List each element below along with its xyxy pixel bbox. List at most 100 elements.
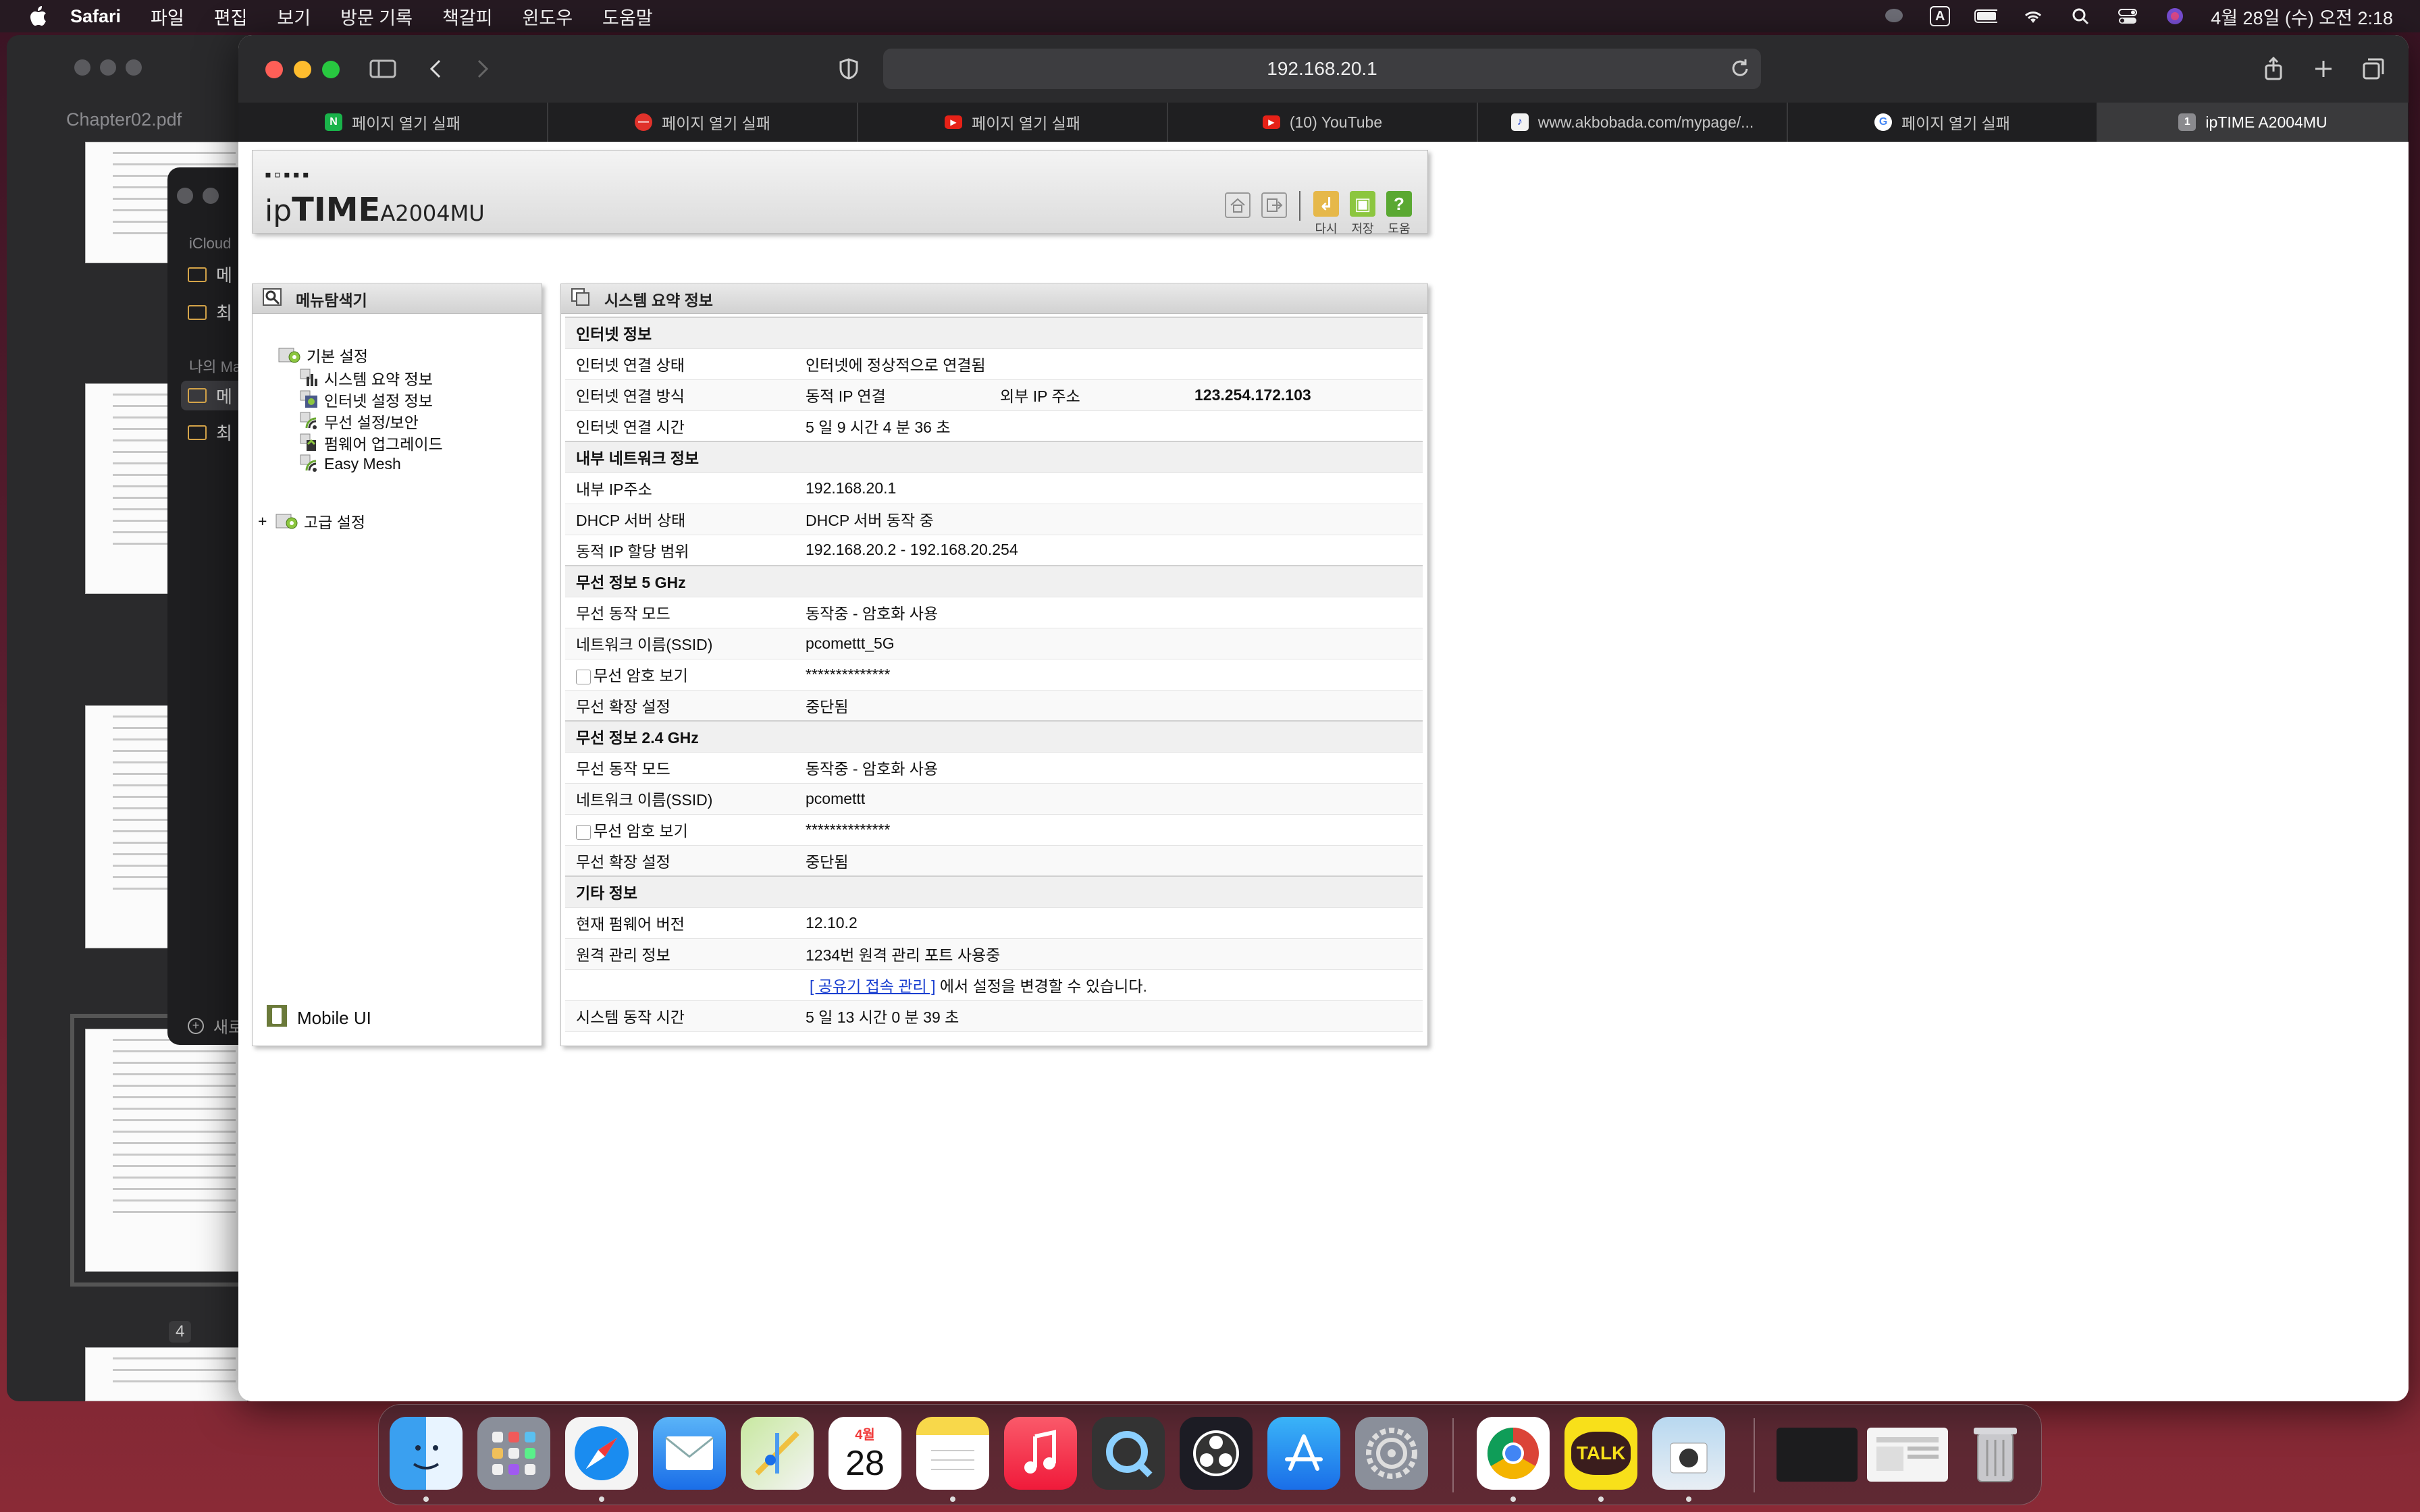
- tree-basic-settings[interactable]: 기본 설정: [278, 344, 368, 367]
- close-icon[interactable]: [177, 188, 193, 204]
- zoom-icon[interactable]: [322, 61, 340, 78]
- safari-icon[interactable]: [565, 1417, 638, 1490]
- save-button[interactable]: ▣ 저장: [1348, 191, 1377, 237]
- running-indicator: [1686, 1496, 1691, 1502]
- mobile-ui-link[interactable]: Mobile UI: [266, 1004, 371, 1032]
- forward-icon[interactable]: [468, 55, 498, 82]
- browser-tab[interactable]: ♪ www.akbobada.com/mypage/...: [1478, 103, 1788, 142]
- kakaotalk-icon[interactable]: TALK: [1564, 1417, 1637, 1490]
- table-row: 무선 동작 모드 동작중 - 암호화 사용: [565, 752, 1423, 784]
- quicktime-icon[interactable]: [1092, 1417, 1165, 1490]
- show-password-checkbox-5ghz[interactable]: [576, 669, 591, 684]
- bar-chart-icon: [300, 369, 319, 387]
- finder-icon[interactable]: [390, 1417, 463, 1490]
- menu-system-summary[interactable]: 시스템 요약 정보: [300, 367, 433, 389]
- preview-icon[interactable]: [1652, 1417, 1725, 1490]
- browser-tab[interactable]: ▶ (10) YouTube: [1168, 103, 1478, 142]
- browser-tab[interactable]: G 페이지 열기 실패: [1788, 103, 2098, 142]
- calendar-icon[interactable]: 4월 28: [828, 1417, 901, 1490]
- table-row: 무선 암호 보기 **************: [565, 814, 1423, 846]
- music-icon[interactable]: [1004, 1417, 1077, 1490]
- show-password-checkbox-24ghz[interactable]: [576, 824, 591, 840]
- section-internet: 인터넷 정보: [565, 317, 1423, 349]
- menu-explorer-header: 메뉴탐색기: [253, 284, 542, 314]
- help-button[interactable]: ? 도움: [1384, 191, 1414, 237]
- browser-tab[interactable]: N 페이지 열기 실패: [238, 103, 548, 142]
- refresh-icon: ↲: [1313, 191, 1339, 217]
- trash-icon[interactable]: [1959, 1417, 2032, 1490]
- logout-icon[interactable]: [1261, 192, 1287, 218]
- expand-icon[interactable]: +: [258, 512, 270, 531]
- menu-edit[interactable]: 편집: [214, 3, 248, 30]
- menu-wireless-security[interactable]: 무선 설정/보안: [300, 410, 419, 433]
- table-row: 인터넷 연결 상태 인터넷에 정상적으로 연결됨: [565, 348, 1423, 380]
- obs-icon[interactable]: [1180, 1417, 1253, 1490]
- notes-icon[interactable]: [916, 1417, 989, 1490]
- refresh-button[interactable]: ↲ 다시: [1311, 191, 1341, 237]
- sidebar-folder-item[interactable]: 메: [188, 262, 232, 287]
- pdf-page-thumbnail[interactable]: [85, 1347, 247, 1401]
- app-store-icon[interactable]: [1267, 1417, 1340, 1490]
- messages-status-icon[interactable]: [1883, 6, 1905, 26]
- maps-icon[interactable]: [741, 1417, 814, 1490]
- table-row: 인터넷 연결 방식 동적 IP 연결 외부 IP 주소 123.254.172.103: [565, 379, 1423, 411]
- pdf-page-thumbnail-selected[interactable]: [70, 1014, 262, 1287]
- menu-firmware-upgrade[interactable]: 펌웨어 업그레이드: [300, 431, 443, 454]
- akbobada-favicon-icon: ♪: [1510, 113, 1529, 131]
- address-bar[interactable]: 192.168.20.1: [883, 49, 1761, 89]
- browser-tab-active[interactable]: 1 ipTIME A2004MU: [2098, 103, 2408, 142]
- minimize-icon[interactable]: [294, 61, 311, 78]
- wifi-icon[interactable]: [2022, 6, 2045, 26]
- battery-icon[interactable]: [1974, 6, 1998, 26]
- new-tab-icon[interactable]: [2309, 55, 2338, 82]
- menu-window[interactable]: 윈도우: [523, 3, 573, 30]
- input-source-icon[interactable]: A: [1930, 6, 1951, 26]
- mail-icon[interactable]: [653, 1417, 726, 1490]
- share-icon[interactable]: [2259, 55, 2288, 82]
- menu-file[interactable]: 파일: [151, 3, 184, 30]
- help-icon: ?: [1386, 191, 1412, 217]
- new-folder-button[interactable]: + 새로: [188, 1014, 243, 1037]
- launchpad-icon[interactable]: [477, 1417, 550, 1490]
- minimize-icon[interactable]: [100, 59, 116, 76]
- system-preferences-icon[interactable]: [1355, 1417, 1428, 1490]
- menu-easy-mesh[interactable]: Easy Mesh: [300, 454, 401, 473]
- spotlight-search-icon[interactable]: [2069, 6, 2092, 26]
- apple-menu-icon[interactable]: [27, 5, 50, 28]
- chrome-icon[interactable]: [1477, 1417, 1550, 1490]
- copy-pages-icon: [571, 288, 591, 310]
- minimized-window-thumbnail[interactable]: [1867, 1428, 1948, 1482]
- menu-help[interactable]: 도움말: [602, 3, 653, 30]
- control-center-icon[interactable]: [2116, 6, 2139, 26]
- app-name-menu[interactable]: Safari: [70, 6, 121, 27]
- browser-tab[interactable]: ▶ 페이지 열기 실패: [858, 103, 1168, 142]
- tab-bar: N 페이지 열기 실패 — 페이지 열기 실패 ▶ 페이지 열기 실패 ▶ (10) Y…: [238, 103, 2409, 142]
- menu-internet-settings[interactable]: 인터넷 설정 정보: [300, 388, 433, 411]
- back-icon[interactable]: [421, 55, 450, 82]
- minimize-icon[interactable]: [203, 188, 219, 204]
- minimized-window-thumbnail[interactable]: [1777, 1428, 1858, 1482]
- blocked-favicon-icon: —: [635, 113, 653, 131]
- sidebar-toggle-icon[interactable]: [368, 55, 398, 82]
- naver-favicon-icon: N: [325, 113, 343, 131]
- browser-tab[interactable]: — 페이지 열기 실패: [548, 103, 858, 142]
- url-text[interactable]: 192.168.20.1: [1267, 58, 1377, 80]
- sidebar-folder-item[interactable]: 최: [188, 420, 232, 445]
- sidebar-folder-item[interactable]: 최: [188, 300, 232, 325]
- tab-overview-icon[interactable]: [2359, 55, 2388, 82]
- reload-icon[interactable]: [1730, 58, 1749, 83]
- close-icon[interactable]: [265, 61, 283, 78]
- mesh-icon: [300, 454, 319, 473]
- siri-icon[interactable]: [2163, 6, 2186, 26]
- home-icon[interactable]: [1225, 192, 1251, 218]
- zoom-icon[interactable]: [126, 59, 142, 76]
- router-access-management-link[interactable]: [ 공유기 접속 관리 ]: [810, 977, 935, 995]
- menu-bar-clock[interactable]: 4월 28일 (수) 오전 2:18: [2211, 3, 2393, 30]
- section-lan: 내부 네트워크 정보: [565, 441, 1423, 473]
- tree-advanced-settings[interactable]: + 고급 설정: [258, 510, 365, 533]
- privacy-shield-icon[interactable]: [834, 55, 864, 82]
- menu-bookmarks[interactable]: 책갈피: [442, 3, 493, 30]
- menu-view[interactable]: 보기: [277, 3, 311, 30]
- menu-history[interactable]: 방문 기록: [340, 3, 413, 30]
- close-icon[interactable]: [74, 59, 90, 76]
